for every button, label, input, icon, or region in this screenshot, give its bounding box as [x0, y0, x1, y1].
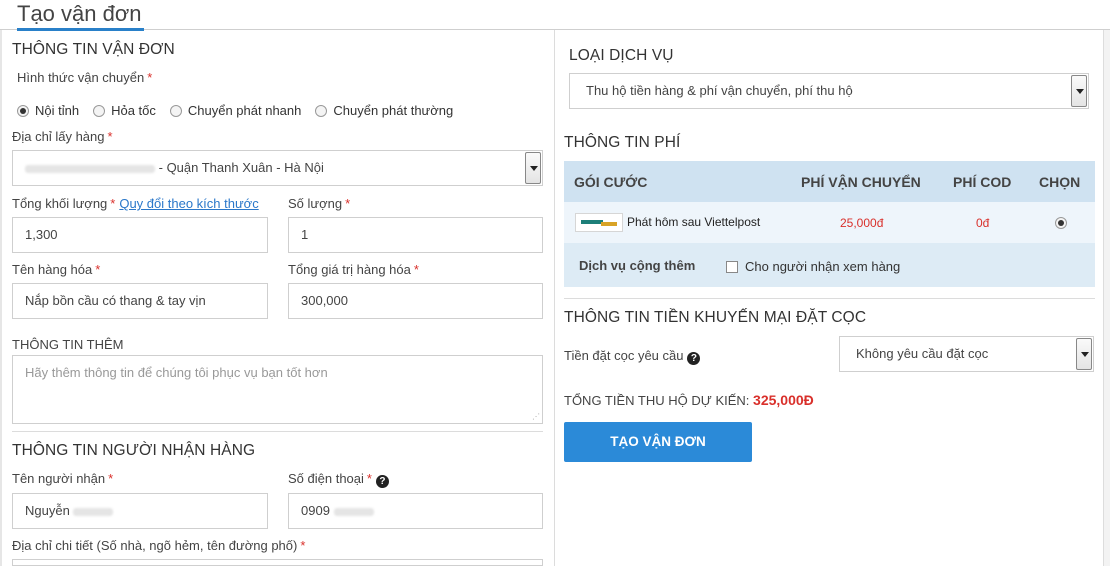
radio-checked-icon[interactable]: [1055, 217, 1067, 229]
package-radio[interactable]: [1055, 217, 1073, 232]
left-edge: [0, 30, 2, 566]
extra-info-textarea[interactable]: Hãy thêm thông tin để chúng tôi phục vụ …: [12, 355, 543, 424]
redacted-text: [73, 507, 114, 516]
resize-grip-icon[interactable]: ⋰: [532, 413, 540, 421]
help-icon[interactable]: ?: [375, 475, 389, 488]
cod-fee-value: 0đ: [976, 216, 990, 230]
phone-label: Số điện thoại *?: [288, 471, 389, 488]
shipment-section-title: THÔNG TIN VẬN ĐƠN: [12, 41, 175, 58]
view-goods-checkbox[interactable]: Cho người nhận xem hàng: [726, 259, 900, 274]
deposit-select[interactable]: Không yêu cầu đặt cọc: [839, 336, 1094, 372]
pickup-address-label: Địa chỉ lấy hàng *: [12, 129, 113, 144]
radio-checked-icon[interactable]: [17, 104, 29, 117]
convert-by-size-link[interactable]: Quy đổi theo kích thước: [119, 196, 258, 211]
checkbox-icon[interactable]: [726, 260, 738, 273]
dropdown-arrow-icon[interactable]: [1076, 338, 1092, 370]
shipping-method-label: Hình thức vận chuyển *: [17, 70, 153, 85]
table-row[interactable]: Phát hôm sau Viettelpost 25,000đ 0đ: [564, 202, 1095, 243]
radio-chuyen-phat-nhanh[interactable]: Chuyển phát nhanh: [169, 103, 301, 118]
extra-info-title: THÔNG TIN THÊM: [12, 337, 124, 352]
dropdown-arrow-icon[interactable]: [525, 152, 541, 184]
radio-chuyen-phat-thuong[interactable]: Chuyển phát thường: [315, 103, 453, 118]
column-divider: [554, 30, 555, 566]
radio-icon[interactable]: [93, 104, 106, 117]
deposit-section-title: THÔNG TIN TIỀN KHUYẾN MẠI ĐẶT CỌC: [564, 309, 867, 326]
address-detail-label: Địa chỉ chi tiết (Số nhà, ngõ hẻm, tên đ…: [12, 538, 306, 553]
create-shipment-button[interactable]: TẠO VẬN ĐƠN: [564, 422, 752, 462]
receiver-name-label: Tên người nhận *: [12, 471, 114, 486]
header-package: GÓI CƯỚC: [574, 174, 648, 190]
section-divider: [12, 431, 543, 432]
total-cod: TỔNG TIỀN THU HỘ DỰ KIẾN: 325,000Đ: [564, 392, 814, 408]
product-name-label: Tên hàng hóa *: [12, 262, 101, 277]
total-weight-input[interactable]: 1,300: [12, 217, 268, 253]
service-type-select[interactable]: Thu hộ tiền hàng & phí vận chuyển, phí t…: [569, 73, 1089, 109]
quantity-label: Số lượng *: [288, 196, 351, 211]
top-bar: Tạo vận đơn: [0, 0, 1110, 31]
fee-section-title: THÔNG TIN PHÍ: [564, 134, 681, 151]
dropdown-arrow-icon[interactable]: [1071, 75, 1087, 107]
address-detail-input[interactable]: [12, 559, 543, 566]
section-divider: [564, 298, 1095, 299]
scrollbar[interactable]: [1103, 30, 1110, 566]
redacted-text: [333, 507, 374, 516]
fee-table: GÓI CƯỚC PHÍ VẬN CHUYỂN PHÍ COD CHỌN Phá…: [564, 161, 1095, 287]
receiver-name-input[interactable]: Nguyễn: [12, 493, 268, 529]
header-shipping-fee: PHÍ VẬN CHUYỂN: [801, 174, 921, 190]
total-weight-label: Tổng khối lượng * Quy đổi theo kích thước: [12, 196, 259, 211]
redacted-text: [25, 164, 155, 173]
header-cod-fee: PHÍ COD: [953, 174, 1012, 190]
fee-table-header: GÓI CƯỚC PHÍ VẬN CHUYỂN PHÍ COD CHỌN: [564, 161, 1095, 202]
page-title: Tạo vận đơn: [17, 0, 144, 31]
deposit-label: Tiền đặt cọc yêu cầu?: [564, 348, 701, 365]
pickup-address-select[interactable]: - Quận Thanh Xuân - Hà Nội: [12, 150, 543, 186]
header-select: CHỌN: [1039, 174, 1081, 190]
viettelpost-logo: [575, 213, 623, 232]
radio-hoa-toc[interactable]: Hỏa tốc: [93, 103, 156, 118]
package-name: Phát hôm sau Viettelpost: [627, 215, 761, 229]
addon-label: Dịch vụ cộng thêm: [579, 258, 696, 273]
service-type-title: LOẠI DỊCH VỤ: [569, 47, 674, 64]
radio-noi-tinh[interactable]: Nội tỉnh: [17, 103, 79, 118]
total-value-label: Tổng giá trị hàng hóa *: [288, 262, 419, 277]
product-name-input[interactable]: Nắp bồn cầu có thang & tay vịn: [12, 283, 268, 319]
quantity-input[interactable]: 1: [288, 217, 543, 253]
shipping-method-group: Nội tỉnh Hỏa tốc Chuyển phát nhanh Chuyể…: [17, 103, 467, 118]
help-icon[interactable]: ?: [687, 352, 701, 365]
receiver-section-title: THÔNG TIN NGƯỜI NHẬN HÀNG: [12, 442, 256, 459]
radio-icon[interactable]: [315, 104, 328, 117]
radio-icon[interactable]: [169, 104, 182, 117]
total-value-input[interactable]: 300,000: [288, 283, 543, 319]
phone-input[interactable]: 0909: [288, 493, 543, 529]
total-cod-value: 325,000Đ: [753, 392, 814, 408]
shipping-fee-value: 25,000đ: [840, 216, 884, 230]
